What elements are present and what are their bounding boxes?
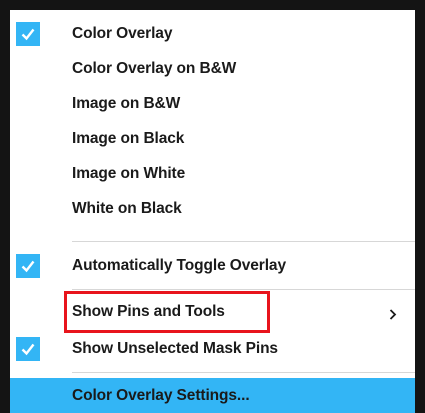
menu-item-label: Image on Black (72, 130, 185, 147)
menu-item-color-overlay[interactable]: Color Overlay (10, 17, 415, 51)
menu-separator (72, 372, 415, 373)
menu-separator (72, 289, 415, 290)
chevron-right-icon (389, 307, 397, 325)
menu-item-label: Image on B&W (72, 95, 181, 112)
menu-item-label: Automatically Toggle Overlay (72, 257, 286, 274)
menu-item-color-overlay-bw[interactable]: Color Overlay on B&W (10, 52, 415, 86)
menu-items: Color Overlay Color Overlay on B&W Image… (10, 10, 415, 413)
check-icon (16, 254, 40, 278)
menu-item-image-on-bw[interactable]: Image on B&W (10, 87, 415, 121)
menu-item-auto-toggle-overlay[interactable]: Automatically Toggle Overlay (10, 249, 415, 283)
menu-item-image-on-black[interactable]: Image on Black (10, 122, 415, 156)
annotation-highlight-box (64, 291, 270, 333)
menu-item-label: Show Unselected Mask Pins (72, 340, 278, 357)
menu-item-label: Color Overlay on B&W (72, 60, 237, 77)
menu-item-label: Color Overlay (72, 25, 173, 42)
menu-item-image-on-white[interactable]: Image on White (10, 157, 415, 191)
menu-separator (72, 241, 415, 242)
menu-item-label: White on Black (72, 200, 182, 217)
menu-item-label: Image on White (72, 165, 186, 182)
menu-item-white-on-black[interactable]: White on Black (10, 192, 415, 226)
menu-item-show-unselected-mask-pins[interactable]: Show Unselected Mask Pins (10, 332, 415, 366)
check-icon (16, 337, 40, 361)
context-menu: Color Overlay Color Overlay on B&W Image… (0, 0, 425, 413)
menu-item-label: Color Overlay Settings... (72, 387, 250, 404)
menu-item-color-overlay-settings[interactable]: Color Overlay Settings... (10, 378, 415, 413)
check-icon (16, 22, 40, 46)
